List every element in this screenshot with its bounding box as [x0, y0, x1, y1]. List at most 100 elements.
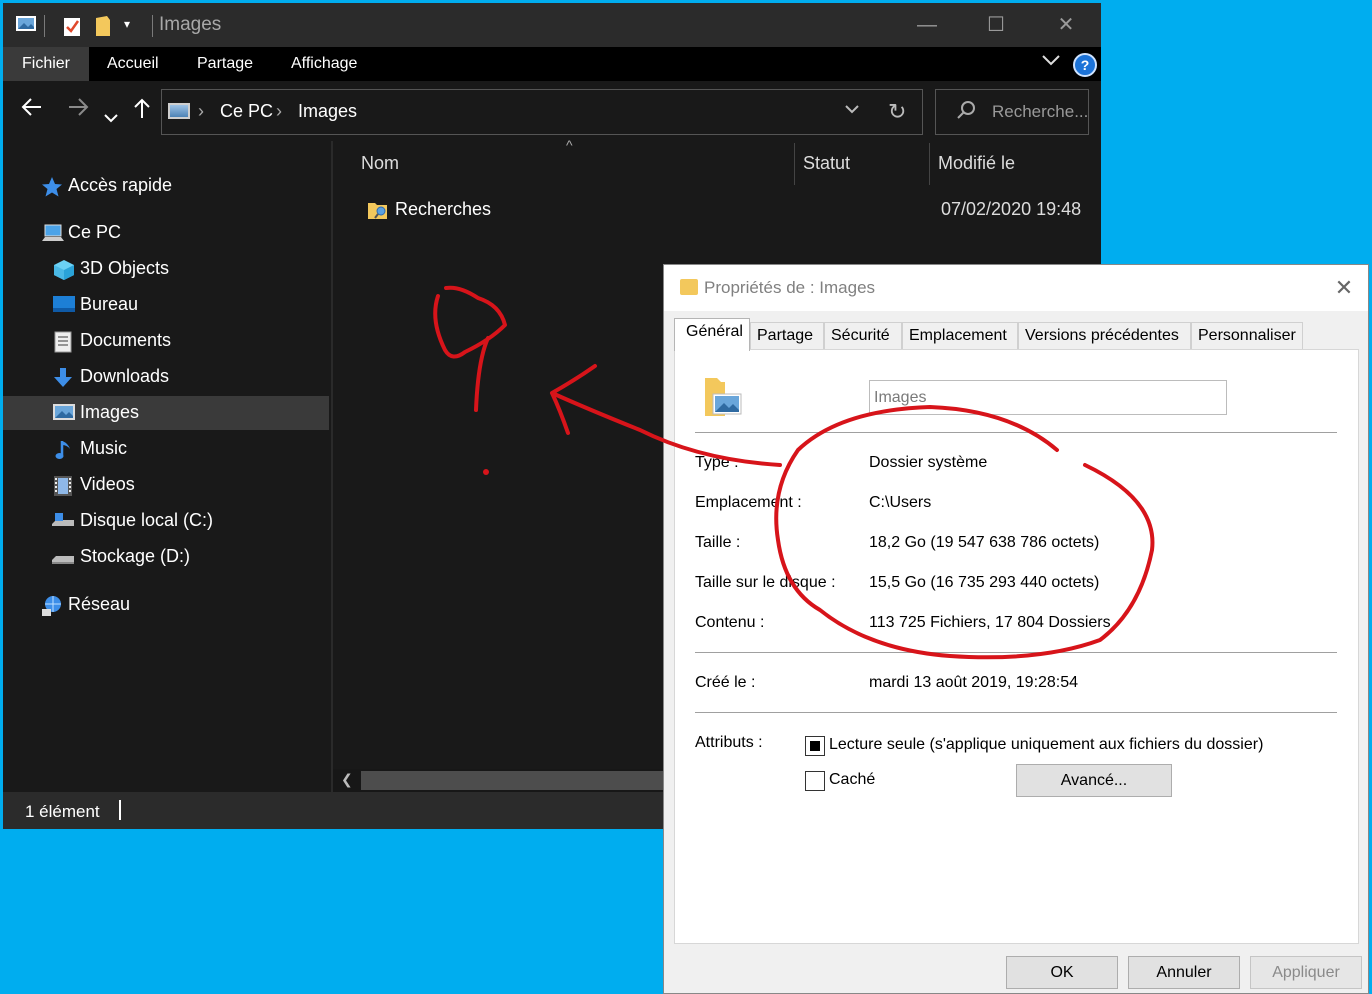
nav-item-3d-objects[interactable]: 3D Objects	[3, 252, 329, 286]
column-header-nom[interactable]: Nom	[361, 153, 399, 174]
tab-partage[interactable]: Partage	[178, 47, 272, 81]
nav-item-disque-local-c[interactable]: Disque local (C:)	[3, 504, 329, 538]
help-icon[interactable]: ?	[1073, 53, 1097, 77]
tab-personnaliser[interactable]: Personnaliser	[1191, 322, 1303, 350]
pictures-icon	[53, 403, 75, 423]
nav-item-bureau[interactable]: Bureau	[3, 288, 329, 322]
title-separator	[44, 15, 45, 37]
column-header-statut[interactable]: Statut	[803, 153, 850, 174]
new-folder-qa-icon[interactable]	[95, 15, 111, 42]
customize-qa-dropdown-icon[interactable]: ▾	[124, 17, 130, 31]
cube-3d-icon	[53, 259, 74, 280]
nav-item-videos[interactable]: Videos	[3, 468, 329, 502]
dialog-title-bar: Propriétés de : Images ✕	[664, 265, 1368, 311]
tab-securite[interactable]: Sécurité	[824, 322, 902, 350]
network-globe-icon	[41, 595, 61, 616]
desktop-icon	[53, 295, 75, 315]
nav-item-reseau[interactable]: Réseau	[3, 588, 329, 622]
nav-item-ce-pc[interactable]: Ce PC	[3, 216, 329, 250]
folder-name-field[interactable]	[869, 380, 1227, 415]
hard-drive-icon	[51, 547, 74, 567]
title-separator	[152, 15, 153, 37]
location-label: Emplacement :	[695, 494, 802, 511]
column-separator[interactable]	[929, 143, 930, 185]
up-arrow-icon[interactable]	[133, 97, 151, 125]
size-on-disk-label: Taille sur le disque :	[695, 574, 836, 591]
pictures-location-icon	[168, 103, 190, 119]
address-bar[interactable]: › Ce PC › Images ↻	[161, 89, 923, 135]
nav-item-stockage-d[interactable]: Stockage (D:)	[3, 540, 329, 574]
file-modified: 07/02/2020 19:48	[941, 199, 1082, 219]
properties-qa-icon[interactable]	[63, 15, 81, 42]
attributes-label: Attributs :	[695, 734, 763, 751]
refresh-icon[interactable]: ↻	[888, 99, 906, 125]
breadcrumb-images[interactable]: Images	[298, 101, 357, 122]
breadcrumb-ce-pc[interactable]: Ce PC	[220, 101, 273, 122]
tab-accueil[interactable]: Accueil	[88, 47, 178, 81]
apply-button[interactable]: Appliquer	[1250, 956, 1362, 989]
cancel-button[interactable]: Annuler	[1128, 956, 1240, 989]
recent-locations-chevron-icon[interactable]	[103, 103, 119, 129]
ribbon-tabs: Fichier Accueil Partage Affichage ?	[3, 47, 1101, 81]
nav-item-acces-rapide[interactable]: Accès rapide	[3, 169, 329, 203]
nav-label: Ce PC	[68, 222, 122, 242]
star-icon	[41, 176, 62, 197]
expand-ribbon-chevron-icon[interactable]	[1041, 53, 1061, 72]
search-icon	[956, 100, 976, 126]
close-icon[interactable]: ✕	[1324, 271, 1364, 305]
status-separator	[119, 800, 121, 820]
nav-label: Music	[80, 438, 128, 458]
created-value: mardi 13 août 2019, 19:28:54	[869, 674, 1079, 691]
download-arrow-icon	[53, 367, 73, 387]
sort-ascending-icon: ^	[566, 137, 573, 153]
hidden-checkbox[interactable]	[805, 771, 825, 791]
nav-label: Disque local (C:)	[80, 510, 214, 530]
back-arrow-icon[interactable]	[21, 97, 43, 123]
maximize-button[interactable]: ☐	[961, 3, 1031, 47]
column-separator[interactable]	[794, 143, 795, 185]
item-count: 1 élément	[25, 802, 100, 821]
title-bar: ▾ Images ― ☐ ✕	[3, 3, 1101, 47]
window-icon[interactable]	[15, 14, 37, 39]
tab-affichage[interactable]: Affichage	[272, 47, 376, 81]
nav-label: Réseau	[68, 594, 131, 614]
computer-icon	[41, 223, 64, 243]
navigation-pane: Accès rapide Ce PC 3D Objects Bureau Doc…	[3, 141, 329, 792]
forward-arrow-icon[interactable]	[67, 97, 89, 123]
advanced-button[interactable]: Avancé...	[1016, 764, 1172, 797]
close-button[interactable]: ✕	[1031, 3, 1101, 47]
nav-label: Bureau	[80, 294, 139, 314]
pictures-folder-icon	[703, 374, 742, 418]
hidden-label[interactable]: Caché	[829, 771, 875, 789]
breadcrumb-chevron-icon[interactable]: ›	[198, 101, 204, 122]
folder-icon	[680, 279, 698, 295]
nav-item-music[interactable]: Music	[3, 432, 329, 466]
scroll-left-icon[interactable]: ❮	[341, 771, 353, 788]
general-tab-panel: Type : Dossier système Emplacement : C:\…	[674, 349, 1359, 944]
tab-partage[interactable]: Partage	[750, 322, 824, 350]
table-row[interactable]: Recherches 07/02/2020 19:48	[355, 197, 1095, 225]
search-input[interactable]	[992, 102, 1088, 122]
nav-item-images[interactable]: Images	[3, 396, 329, 430]
column-header-modifie-le[interactable]: Modifié le	[938, 153, 1015, 174]
nav-item-documents[interactable]: Documents	[3, 324, 329, 358]
tab-emplacement[interactable]: Emplacement	[902, 322, 1018, 350]
ok-button[interactable]: OK	[1006, 956, 1118, 989]
size-label: Taille :	[695, 534, 741, 551]
tab-fichier[interactable]: Fichier	[3, 47, 90, 81]
divider	[695, 432, 1337, 433]
nav-item-downloads[interactable]: Downloads	[3, 360, 329, 394]
readonly-checkbox[interactable]	[805, 736, 825, 756]
film-strip-icon	[53, 475, 73, 496]
search-box[interactable]	[935, 89, 1089, 135]
readonly-label[interactable]: Lecture seule (s'applique uniquement aux…	[829, 736, 1263, 754]
breadcrumb-chevron-icon[interactable]: ›	[276, 101, 282, 122]
nav-label: Videos	[80, 474, 135, 494]
file-name: Recherches	[395, 199, 492, 219]
minimize-button[interactable]: ―	[892, 3, 962, 47]
tab-general[interactable]: Général	[674, 318, 750, 351]
scrollbar-thumb[interactable]	[361, 771, 663, 790]
address-dropdown-chevron-icon[interactable]	[844, 101, 860, 119]
tab-versions-precedentes[interactable]: Versions précédentes	[1018, 322, 1191, 350]
hard-drive-windows-icon	[51, 511, 74, 531]
